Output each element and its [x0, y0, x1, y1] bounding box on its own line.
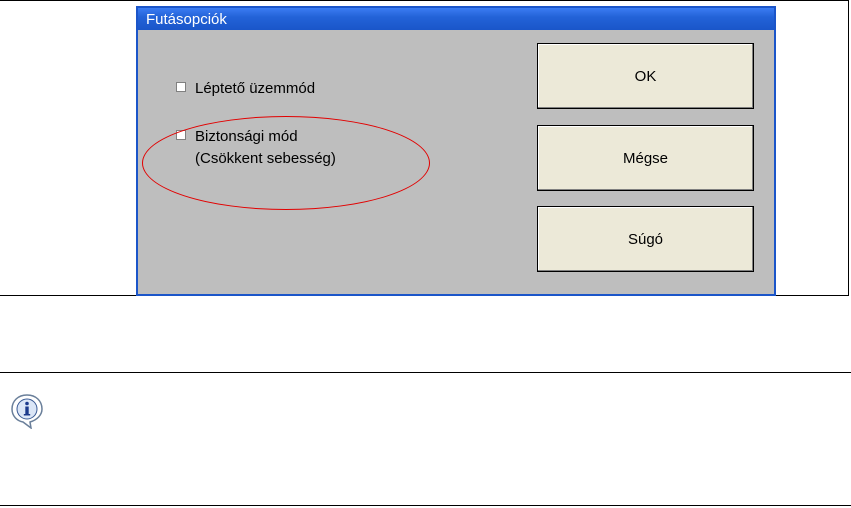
highlight-ellipse [142, 116, 430, 210]
note-bottom-rule [0, 505, 851, 506]
dialog-title: Futásopciók [146, 11, 227, 28]
info-icon [11, 394, 43, 429]
step-mode-checkbox[interactable] [176, 82, 186, 92]
help-button[interactable]: Súgó [537, 206, 754, 272]
cancel-button[interactable]: Mégse [537, 125, 754, 191]
dialog-titlebar: Futásopciók [138, 8, 774, 30]
step-mode-label: Léptető üzemmód [195, 80, 316, 97]
note-top-rule [0, 372, 851, 373]
ok-button[interactable]: OK [537, 43, 754, 109]
option-step-mode[interactable]: Léptető üzemmód [176, 78, 315, 100]
